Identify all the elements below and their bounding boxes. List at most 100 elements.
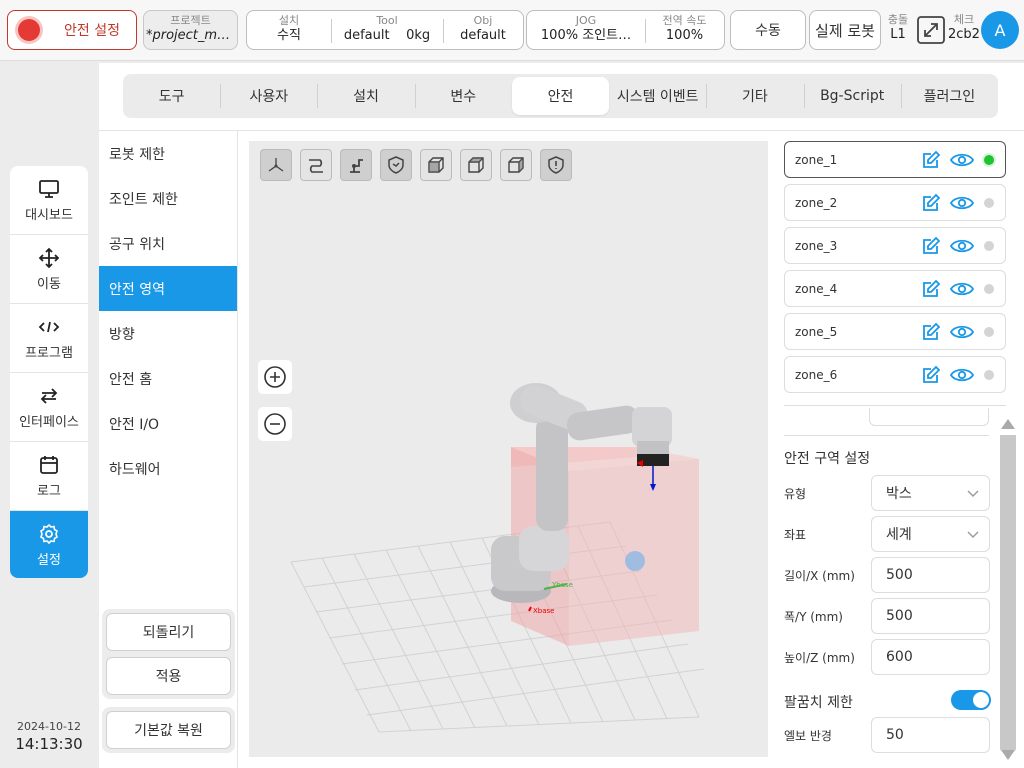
zoom-in-icon: [264, 366, 286, 388]
cube-view-button-3[interactable]: [500, 149, 532, 181]
zone-item[interactable]: zone_3: [784, 227, 1006, 264]
eye-icon[interactable]: [950, 323, 974, 341]
shield-alert-icon: [548, 156, 564, 174]
revert-button[interactable]: 되돌리기: [106, 613, 231, 651]
shield-view-button[interactable]: [380, 149, 412, 181]
elbow-limit-row: 팔꿈치 제한: [784, 690, 994, 712]
zone-item[interactable]: zone_2: [784, 184, 1006, 221]
tab-user[interactable]: 사용자: [220, 74, 317, 118]
shield-check-icon: [388, 156, 404, 174]
obj-cell: Obj default: [443, 11, 523, 49]
restore-default-button[interactable]: 기본값 복원: [106, 711, 231, 749]
tool-cell: Tool default 0kg: [331, 11, 443, 49]
install-tool-panel[interactable]: 설치 수직 Tool default 0kg Obj default: [246, 10, 524, 50]
edit-icon[interactable]: [921, 236, 941, 256]
path-toggle-button[interactable]: [300, 149, 332, 181]
edit-icon[interactable]: [921, 322, 941, 342]
submenu-tool-position[interactable]: 공구 위치: [99, 221, 237, 266]
edit-icon[interactable]: [921, 150, 941, 170]
nav-item-move[interactable]: 이동: [10, 235, 88, 304]
eye-icon[interactable]: [950, 194, 974, 212]
elbow-limit-toggle[interactable]: [951, 690, 991, 710]
submenu-safety-io[interactable]: 안전 I/O: [99, 401, 237, 446]
settings-scrollbar[interactable]: [997, 415, 1019, 760]
zoom-out-button[interactable]: [258, 407, 292, 441]
tool-name: default: [343, 28, 390, 43]
project-selector[interactable]: 프로젝트 *project_mo…: [143, 10, 238, 50]
length-row: 길이/X (mm) 500: [784, 557, 994, 593]
type-row: 유형 박스: [784, 475, 994, 511]
submenu-orientation[interactable]: 방향: [99, 311, 237, 356]
obj-value: default: [460, 28, 506, 43]
zone-status-indicator: [984, 327, 994, 337]
scroll-up-icon[interactable]: [1001, 419, 1015, 429]
submenu-robot-limits[interactable]: 로봇 제한: [99, 131, 237, 176]
tab-plugins[interactable]: 플러그인: [900, 74, 998, 118]
tab-other[interactable]: 기타: [706, 74, 803, 118]
tab-install[interactable]: 설치: [317, 74, 414, 118]
cube-view-button-1[interactable]: [420, 149, 452, 181]
nav-item-program[interactable]: 프로그램: [10, 304, 88, 373]
view-iso-button[interactable]: [260, 149, 292, 181]
edit-icon[interactable]: [921, 279, 941, 299]
coord-row: 좌표 세계: [784, 516, 994, 552]
edit-icon[interactable]: [921, 365, 941, 385]
nav-item-log[interactable]: 로그: [10, 442, 88, 511]
submenu-joint-limits[interactable]: 조인트 제한: [99, 176, 237, 221]
elbow-radius-input[interactable]: 50: [871, 717, 990, 753]
robot-scene: Xbase Ybase: [290, 383, 705, 733]
zone-item[interactable]: zone_4: [784, 270, 1006, 307]
submenu-safety-home[interactable]: 안전 홈: [99, 356, 237, 401]
edit-icon[interactable]: [921, 193, 941, 213]
eye-icon[interactable]: [950, 280, 974, 298]
tab-bg-script[interactable]: Bg-Script: [803, 74, 901, 118]
zoom-in-button[interactable]: [258, 360, 292, 394]
scroll-down-icon[interactable]: [1001, 750, 1015, 760]
elbow-radius-label: 엘보 반경: [784, 729, 832, 743]
user-avatar[interactable]: A: [981, 11, 1019, 49]
cube-view-button-2[interactable]: [460, 149, 492, 181]
install-value: 수직: [277, 28, 301, 43]
zone-item[interactable]: zone_6: [784, 356, 1006, 393]
eye-icon[interactable]: [950, 151, 974, 169]
current-date: 2024-10-12: [17, 720, 81, 733]
zone-settings-form: 안전 구역 설정 유형 박스 좌표 세계 길이/X (mm) 500 폭/Y (…: [784, 441, 994, 753]
3d-viewport[interactable]: Xbase Ybase: [249, 141, 768, 757]
submenu-safety-zones[interactable]: 안전 영역: [99, 266, 237, 311]
tab-system-events[interactable]: 시스템 이벤트: [609, 74, 706, 118]
nav-item-dashboard[interactable]: 대시보드: [10, 166, 88, 235]
datetime: 2024-10-12 14:13:30: [10, 720, 88, 753]
submenu-hardware[interactable]: 하드웨어: [99, 446, 237, 491]
safety-warning-button[interactable]: [540, 149, 572, 181]
tab-tool[interactable]: 도구: [123, 74, 220, 118]
collision-level[interactable]: 충돌 L1: [882, 13, 914, 43]
scroll-thumb[interactable]: [1000, 435, 1016, 750]
width-input[interactable]: 500: [871, 598, 990, 634]
expand-icon[interactable]: [915, 14, 947, 46]
manual-mode-button[interactable]: 수동: [730, 10, 806, 50]
tab-variables[interactable]: 변수: [414, 74, 512, 118]
tab-safety[interactable]: 안전: [511, 77, 610, 115]
type-select[interactable]: 박스: [871, 475, 990, 511]
nav-item-settings[interactable]: 설정: [10, 511, 88, 578]
length-label: 길이/X (mm): [784, 569, 855, 583]
eye-icon[interactable]: [950, 366, 974, 384]
height-input[interactable]: 600: [871, 639, 990, 675]
type-label: 유형: [784, 487, 807, 501]
apply-button[interactable]: 적용: [106, 657, 231, 695]
jog-label: JOG: [575, 14, 597, 27]
nav-item-interface[interactable]: 인터페이스: [10, 373, 88, 442]
zone-item[interactable]: zone_1: [784, 141, 1006, 178]
coord-select[interactable]: 세계: [871, 516, 990, 552]
move-icon: [38, 247, 60, 269]
check-label: 체크: [953, 13, 975, 26]
zone-item[interactable]: zone_5: [784, 313, 1006, 350]
path-icon: [309, 159, 323, 173]
safety-settings-button[interactable]: 안전 설정: [7, 10, 137, 50]
obj-label: Obj: [473, 14, 493, 27]
real-robot-button[interactable]: 실제 로봇: [809, 10, 881, 50]
robot-view-button[interactable]: [340, 149, 372, 181]
eye-icon[interactable]: [950, 237, 974, 255]
jog-speed-panel[interactable]: JOG 100% 조인트… 전역 속도 100%: [526, 10, 725, 50]
length-input[interactable]: 500: [871, 557, 990, 593]
